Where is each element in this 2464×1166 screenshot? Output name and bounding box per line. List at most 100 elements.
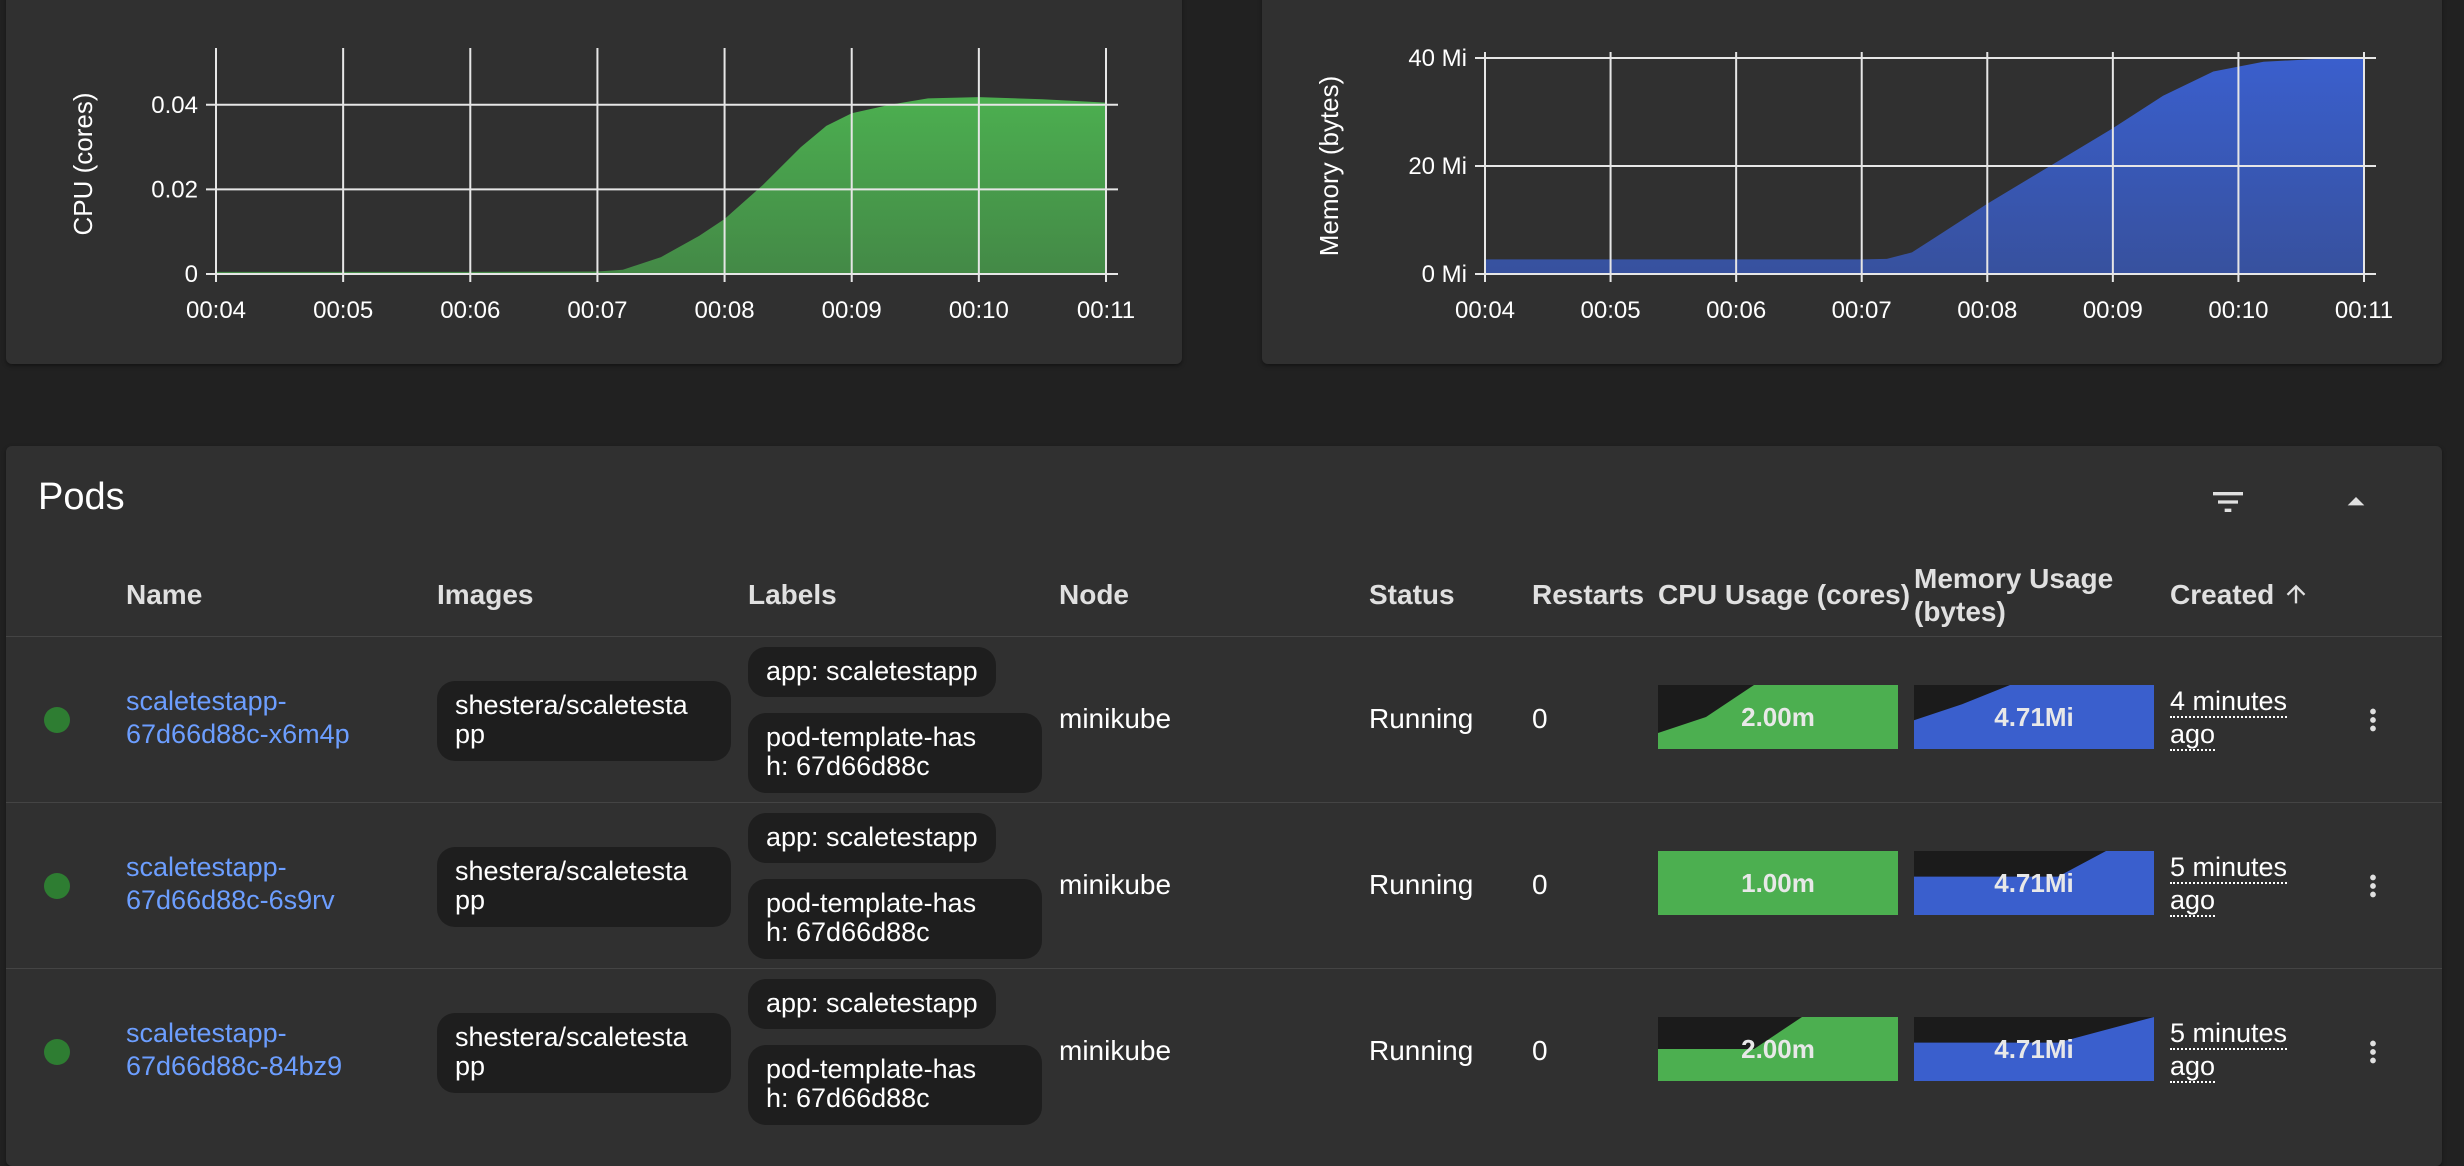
pod-name-line1: scaletestapp- (126, 1018, 287, 1048)
created-cell: 5 minutes ago (2170, 851, 2320, 917)
memory-x-tick-label: 00:10 (2208, 297, 2268, 324)
pod-name-line1: scaletestapp- (126, 686, 287, 716)
column-header-images[interactable]: Images (437, 578, 534, 611)
node-cell[interactable]: minikube (1059, 869, 1171, 901)
cpu-sparkline-cell: 2.00m (1658, 1017, 1898, 1086)
cpu-y-tick-label: 0.02 (151, 176, 198, 203)
memory-x-tick-label: 00:06 (1706, 297, 1766, 324)
cpu-area (216, 97, 1106, 275)
status-running-icon (44, 873, 70, 899)
column-header-memory-line1: Memory Usage (1914, 563, 2114, 594)
memory-x-tick-label: 00:09 (2083, 297, 2143, 324)
more-vert-icon[interactable] (2356, 1035, 2390, 1074)
memory-y-tick-label: 40 Mi (1408, 45, 1467, 72)
node-cell[interactable]: minikube (1059, 703, 1171, 735)
memory-x-tick-label: 00:11 (2335, 297, 2393, 324)
image-chip: shestera/scaletesta pp (437, 681, 731, 761)
pod-name-link[interactable]: scaletestapp- 67d66d88c-6s9rv (126, 851, 406, 917)
column-header-memory-usage[interactable]: Memory Usage (bytes) (1914, 562, 2113, 628)
pod-name-line1: scaletestapp- (126, 852, 287, 882)
image-chip: shestera/scaletesta pp (437, 847, 731, 927)
column-header-created-label: Created (2170, 579, 2275, 610)
table-row[interactable]: scaletestapp- 67d66d88c-84bz9 shestera/s… (6, 968, 2442, 1134)
column-header-restarts[interactable]: Restarts (1532, 578, 1644, 611)
memory-usage-chart-card: 00:04 00:05 00:06 00:07 00:08 00:09 00:10 00:11… (1262, 0, 2442, 364)
memory-sparkline: 4.71Mi (1914, 1017, 2154, 1081)
status-cell: Running (1369, 869, 1474, 900)
created-cell: 4 minutes ago (2170, 685, 2320, 751)
created-line1: 5 minutes (2170, 1018, 2288, 1050)
created-line1: 5 minutes (2170, 852, 2288, 884)
more-vert-icon[interactable] (2356, 703, 2390, 742)
column-header-cpu-usage[interactable]: CPU Usage (cores) (1658, 578, 1910, 611)
status-running-icon (44, 1039, 70, 1065)
node-cell[interactable]: minikube (1059, 1035, 1171, 1067)
cpu-sparkline: 2.00m (1658, 1017, 1898, 1081)
cpu-x-tick-label: 00:11 (1077, 297, 1135, 324)
cpu-x-tick-label: 00:07 (567, 297, 627, 324)
cpu-x-tick-label: 00:10 (949, 297, 1009, 324)
image-line2: pp (455, 1051, 486, 1081)
cpu-y-tick-label: 0.04 (151, 92, 198, 119)
label-line2: h: 67d66d88c (766, 917, 930, 947)
cpu-sparkline-value: 2.00m (1741, 1034, 1815, 1064)
label-chip-pod-template-hash: pod-template-has h: 67d66d88c (748, 1045, 1042, 1125)
created-line2: ago (2170, 719, 2216, 751)
cpu-usage-chart-card: 00:04 00:05 00:06 00:07 00:08 00:09 00:10 00:11… (6, 0, 1182, 364)
cpu-sparkline: 2.00m (1658, 685, 1898, 749)
expand-less-icon[interactable] (2336, 482, 2376, 527)
cpu-usage-chart: 00:04 00:05 00:06 00:07 00:08 00:09 00:10 00:11… (68, 48, 1135, 324)
memory-y-tick-label: 20 Mi (1408, 153, 1467, 180)
memory-sparkline-cell: 4.71Mi (1914, 1017, 2154, 1086)
memory-x-tick-label: 00:05 (1581, 297, 1641, 324)
column-header-created[interactable]: Created (2170, 578, 2310, 611)
label-chip-app: app: scaletestapp (748, 979, 996, 1029)
memory-sparkline: 4.71Mi (1914, 685, 2154, 749)
cpu-x-tick-label: 00:09 (822, 297, 882, 324)
image-line1: shestera/scaletesta (455, 1022, 688, 1052)
restarts-cell: 0 (1532, 703, 1548, 734)
label-line1: pod-template-has (766, 722, 977, 752)
status-cell: Running (1369, 1035, 1474, 1066)
cpu-x-tick-label: 00:04 (186, 297, 246, 324)
image-chip: shestera/scaletesta pp (437, 1013, 731, 1093)
cpu-sparkline-cell: 1.00m (1658, 851, 1898, 920)
cpu-x-tick-label: 00:05 (313, 297, 373, 324)
created-line1: 4 minutes (2170, 686, 2288, 718)
table-row[interactable]: scaletestapp- 67d66d88c-6s9rv shestera/s… (6, 802, 2442, 968)
label-line2: h: 67d66d88c (766, 1083, 930, 1113)
more-vert-icon[interactable] (2356, 869, 2390, 908)
arrow-upward-icon (2286, 584, 2306, 604)
column-header-labels[interactable]: Labels (748, 578, 837, 611)
column-header-node[interactable]: Node (1059, 578, 1129, 611)
column-header-name[interactable]: Name (126, 578, 202, 611)
restarts-cell: 0 (1532, 1035, 1548, 1066)
image-line2: pp (455, 719, 486, 749)
image-line2: pp (455, 885, 486, 915)
cpu-y-axis-label: CPU (cores) (68, 92, 98, 235)
cpu-x-tick-label: 00:06 (440, 297, 500, 324)
memory-y-axis-label: Memory (bytes) (1314, 76, 1344, 257)
memory-x-tick-label: 00:07 (1832, 297, 1892, 324)
table-row[interactable]: scaletestapp- 67d66d88c-x6m4p shestera/s… (6, 636, 2442, 802)
cpu-sparkline-value: 2.00m (1741, 702, 1815, 732)
pod-name-link[interactable]: scaletestapp- 67d66d88c-84bz9 (126, 1017, 406, 1083)
memory-sparkline-value: 4.71Mi (1994, 702, 2074, 732)
memory-x-tick-label: 00:04 (1455, 297, 1515, 324)
pod-name-link[interactable]: scaletestapp- 67d66d88c-x6m4p (126, 685, 406, 751)
column-header-status[interactable]: Status (1369, 578, 1455, 611)
memory-y-tick-label: 0 Mi (1422, 261, 1467, 288)
memory-sparkline: 4.71Mi (1914, 851, 2154, 915)
memory-sparkline-value: 4.71Mi (1994, 868, 2074, 898)
created-line2: ago (2170, 885, 2216, 917)
created-cell: 5 minutes ago (2170, 1017, 2320, 1083)
label-chip-app: app: scaletestapp (748, 647, 996, 697)
memory-sparkline-value: 4.71Mi (1994, 1034, 2074, 1064)
pod-name-line2: 67d66d88c-x6m4p (126, 719, 350, 749)
image-line1: shestera/scaletesta (455, 690, 688, 720)
cpu-y-tick-label: 0 (185, 261, 198, 288)
label-line1: pod-template-has (766, 888, 977, 918)
label-chip-pod-template-hash: pod-template-has h: 67d66d88c (748, 713, 1042, 793)
filter-list-icon[interactable] (2208, 482, 2248, 527)
column-header-memory-line2: (bytes) (1914, 596, 2006, 627)
